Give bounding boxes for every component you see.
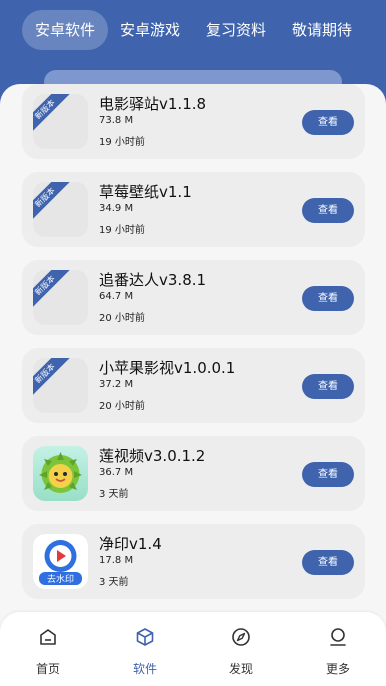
view-button[interactable]: 查看 (302, 374, 354, 399)
jingyin-icon: 去水印 (33, 534, 88, 589)
app-list-sheet: 新版本 电影驿站v1.1.8 73.8 M 19 小时前 查看 新版本 草莓壁纸… (0, 84, 386, 624)
app-name: 莲视频v3.0.1.2 (99, 447, 206, 465)
app-updated-time: 3 天前 (99, 577, 129, 588)
durian-mascot-icon (39, 452, 82, 493)
app-icon-placeholder: 新版本 (33, 182, 88, 237)
new-version-badge: 新版本 (33, 358, 71, 400)
nav-software[interactable]: 软件 (110, 612, 180, 686)
view-button[interactable]: 查看 (302, 110, 354, 135)
nav-discover-label: 发现 (228, 662, 253, 676)
app-size: 17.8 M (99, 555, 134, 566)
app-name: 小苹果影视v1.0.0.1 (99, 359, 236, 377)
nav-home[interactable]: 首页 (13, 612, 83, 686)
app-size: 34.9 M (99, 203, 134, 214)
nav-discover[interactable]: 发现 (206, 612, 276, 686)
app-updated-time: 20 小时前 (99, 313, 145, 324)
view-button[interactable]: 查看 (302, 550, 354, 575)
bottom-navigation: 首页 软件 发现 更多 (0, 612, 386, 686)
view-button[interactable]: 查看 (302, 462, 354, 487)
new-version-badge: 新版本 (33, 270, 71, 312)
app-icon-placeholder: 新版本 (33, 270, 88, 325)
app-size: 64.7 M (99, 291, 134, 302)
view-button[interactable]: 查看 (302, 286, 354, 311)
app-name: 草莓壁纸v1.1 (99, 183, 192, 201)
app-name: 净印v1.4 (99, 535, 162, 553)
app-card[interactable]: 新版本 草莓壁纸v1.1 34.9 M 19 小时前 查看 (22, 172, 365, 247)
new-version-badge: 新版本 (33, 182, 71, 224)
nav-more[interactable]: 更多 (303, 612, 373, 686)
app-size: 36.7 M (99, 467, 134, 478)
app-card[interactable]: 莲视频v3.0.1.2 36.7 M 3 天前 查看 (22, 436, 365, 511)
tab-android-games[interactable]: 安卓游戏 (110, 10, 190, 50)
app-icon-placeholder: 新版本 (33, 358, 88, 413)
nav-software-label: 软件 (132, 662, 157, 676)
category-tabs: 安卓软件 安卓游戏 复习资料 敬请期待 (0, 10, 386, 50)
nav-more-label: 更多 (325, 662, 350, 676)
app-card[interactable]: 新版本 追番达人v3.8.1 64.7 M 20 小时前 查看 (22, 260, 365, 335)
nav-home-label: 首页 (35, 662, 60, 676)
app-card[interactable]: 新版本 小苹果影视v1.0.0.1 37.2 M 20 小时前 查看 (22, 348, 365, 423)
app-card[interactable]: 去水印 净印v1.4 17.8 M 3 天前 查看 (22, 524, 365, 599)
app-size: 73.8 M (99, 115, 134, 126)
app-card[interactable]: 新版本 电影驿站v1.1.8 73.8 M 19 小时前 查看 (22, 84, 365, 159)
app-name: 电影驿站v1.1.8 (99, 95, 207, 113)
new-version-badge: 新版本 (33, 94, 71, 136)
app-updated-time: 20 小时前 (99, 401, 145, 412)
tab-coming-soon[interactable]: 敬请期待 (282, 10, 362, 50)
app-icon-placeholder: 新版本 (33, 94, 88, 149)
app-updated-time: 19 小时前 (99, 225, 145, 236)
watermark-remover-icon: 去水印 (39, 540, 82, 585)
tab-android-apps[interactable]: 安卓软件 (22, 10, 108, 50)
home-icon (40, 629, 56, 645)
view-button[interactable]: 查看 (302, 198, 354, 223)
app-name: 追番达人v3.8.1 (99, 271, 207, 289)
lianshipin-icon (33, 446, 88, 501)
compass-icon (232, 628, 250, 646)
app-size: 37.2 M (99, 379, 134, 390)
app-updated-time: 19 小时前 (99, 137, 145, 148)
app-updated-time: 3 天前 (99, 489, 129, 500)
icon-caption: 去水印 (47, 573, 74, 585)
user-icon (330, 628, 346, 646)
box-icon (136, 628, 154, 646)
tab-study-materials[interactable]: 复习资料 (196, 10, 276, 50)
